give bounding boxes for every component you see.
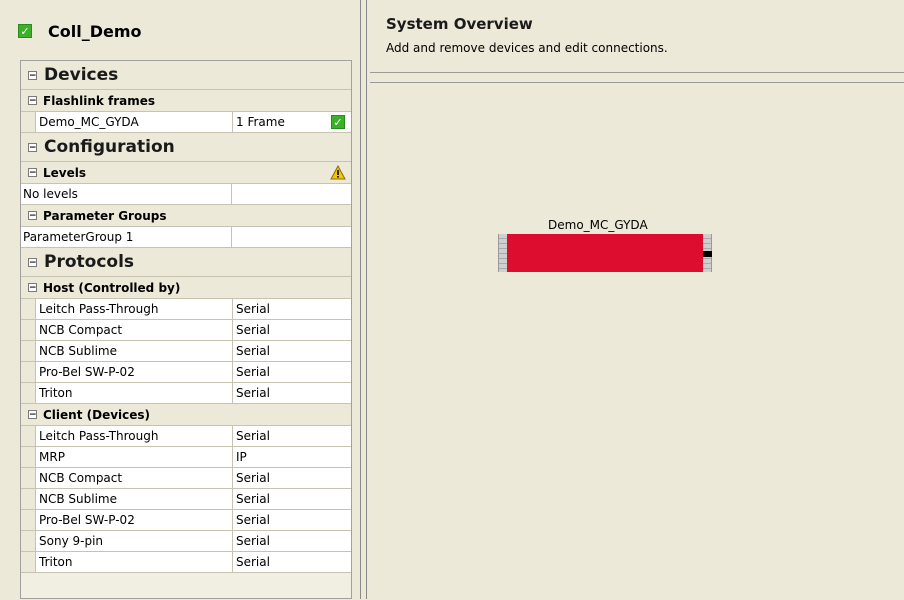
check-icon: ✓ [331,115,345,129]
row-indent [21,510,36,530]
row-value: Serial [233,468,351,488]
section-label: Devices [44,65,119,85]
row-name: Pro-Bel SW-P-02 [36,362,233,382]
warning-icon [330,165,346,180]
row-indent [21,362,36,382]
device-node[interactable]: Demo_MC_GYDA [498,218,718,278]
row-indent [21,299,36,319]
section-configuration[interactable]: − Configuration [21,133,351,162]
section-protocols[interactable]: − Protocols [21,248,351,277]
group-host[interactable]: − Host (Controlled by) [21,277,351,299]
table-row[interactable]: No levels [21,184,351,205]
system-canvas[interactable]: Demo_MC_GYDA [370,82,904,600]
table-row[interactable]: Demo_MC_GYDA 1 Frame ✓ [21,112,351,133]
row-name: Triton [36,552,233,572]
row-indent [21,426,36,446]
row-name: Pro-Bel SW-P-02 [36,510,233,530]
row-indent [21,531,36,551]
device-label: Demo_MC_GYDA [548,218,648,232]
row-name: No levels [21,184,232,204]
group-label: Parameter Groups [43,208,167,223]
row-name: MRP [36,447,233,467]
row-indent [21,320,36,340]
group-label: Host (Controlled by) [43,280,181,295]
table-row[interactable]: Leitch Pass-Through Serial [21,426,351,447]
section-devices[interactable]: − Devices [21,61,351,90]
project-header: ✓ Coll_Demo [8,8,352,54]
row-value: Serial [233,341,351,361]
table-row[interactable]: NCB Sublime Serial [21,489,351,510]
table-row[interactable]: ParameterGroup 1 [21,227,351,248]
collapse-icon[interactable]: − [28,211,37,221]
group-label: Client (Devices) [43,407,151,422]
row-value: Serial [233,510,351,530]
panel-splitter[interactable] [358,0,370,599]
table-row[interactable]: Pro-Bel SW-P-02 Serial [21,510,351,531]
row-value [232,227,351,247]
collapse-icon[interactable]: − [28,168,37,178]
input-port-strip[interactable] [498,234,507,272]
row-indent [21,383,36,403]
project-title[interactable]: Coll_Demo [48,22,142,41]
overview-header: System Overview Add and remove devices a… [370,0,904,73]
row-value: Serial [233,531,351,551]
row-name: Leitch Pass-Through [36,426,233,446]
table-row[interactable]: Pro-Bel SW-P-02 Serial [21,362,351,383]
row-name: NCB Compact [36,468,233,488]
row-value: Serial [233,489,351,509]
table-row[interactable]: Triton Serial [21,383,351,404]
project-panel: ✓ Coll_Demo − Devices − Flashlink frames… [8,8,352,599]
row-indent [21,552,36,572]
device-block[interactable] [507,234,703,272]
row-value: Serial [233,362,351,382]
output-port-strip[interactable] [703,234,712,272]
row-name: ParameterGroup 1 [21,227,232,247]
page-title: System Overview [386,15,533,33]
row-value: Serial [233,299,351,319]
group-label: Levels [43,165,87,180]
group-label: Flashlink frames [43,93,156,108]
row-value: IP [233,447,351,467]
group-levels[interactable]: − Levels [21,162,351,184]
collapse-icon[interactable]: − [28,70,37,80]
row-value: Serial [233,552,351,572]
group-client[interactable]: − Client (Devices) [21,404,351,426]
section-label: Protocols [44,252,135,272]
table-row[interactable]: NCB Compact Serial [21,468,351,489]
row-value: Serial [233,426,351,446]
table-row[interactable]: Sony 9-pin Serial [21,531,351,552]
group-parameter-groups[interactable]: − Parameter Groups [21,205,351,227]
row-name: Sony 9-pin [36,531,233,551]
collapse-icon[interactable]: − [28,283,37,293]
group-flashlink-frames[interactable]: − Flashlink frames [21,90,351,112]
row-name: Triton [36,383,233,403]
row-indent [21,468,36,488]
row-value: Serial [233,383,351,403]
row-value [232,184,351,204]
row-name: NCB Sublime [36,341,233,361]
row-value: Serial [233,320,351,340]
collapse-icon[interactable]: − [28,96,37,106]
row-name: NCB Sublime [36,489,233,509]
row-name: Demo_MC_GYDA [36,112,233,132]
project-tree: − Devices − Flashlink frames Demo_MC_GYD… [20,60,352,599]
table-row[interactable]: MRP IP [21,447,351,468]
row-indent [21,489,36,509]
collapse-icon[interactable]: − [28,142,37,152]
table-row[interactable]: NCB Compact Serial [21,320,351,341]
row-indent [21,447,36,467]
table-row[interactable]: Leitch Pass-Through Serial [21,299,351,320]
table-row[interactable]: NCB Sublime Serial [21,341,351,362]
row-indent [21,341,36,361]
connector-port[interactable] [703,251,712,257]
page-subtitle: Add and remove devices and edit connecti… [386,41,668,55]
row-name: NCB Compact [36,320,233,340]
section-label: Configuration [44,137,175,157]
collapse-icon[interactable]: − [28,410,37,420]
collapse-icon[interactable]: − [28,257,37,267]
row-value: 1 Frame ✓ [233,112,351,132]
row-name: Leitch Pass-Through [36,299,233,319]
check-icon: ✓ [18,24,32,38]
table-row[interactable]: Triton Serial [21,552,351,573]
